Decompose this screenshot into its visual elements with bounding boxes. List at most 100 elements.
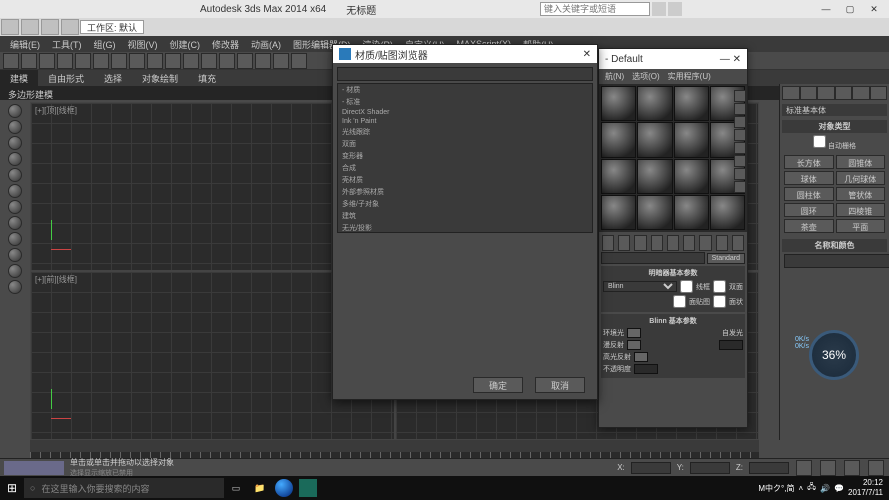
list-item[interactable]: 建筑 bbox=[338, 210, 592, 222]
browser-cancel[interactable]: 取消 bbox=[535, 377, 585, 393]
mat-copy[interactable] bbox=[667, 235, 679, 251]
close-button[interactable]: ✕ bbox=[867, 2, 881, 16]
ltool-12[interactable] bbox=[8, 280, 22, 294]
mat-type-button[interactable]: Standard bbox=[707, 253, 745, 264]
nav-max[interactable] bbox=[868, 460, 884, 476]
nav-zoom[interactable] bbox=[820, 460, 836, 476]
cmdtab-create[interactable] bbox=[782, 86, 800, 100]
mat-assign[interactable] bbox=[634, 235, 646, 251]
mat-put-lib[interactable] bbox=[699, 235, 711, 251]
mat-backlight[interactable] bbox=[734, 103, 746, 115]
mat-make-unique[interactable] bbox=[683, 235, 695, 251]
ltool-7[interactable] bbox=[8, 200, 22, 214]
nav-orbit[interactable] bbox=[844, 460, 860, 476]
tray-net-icon[interactable]: 🖧 bbox=[807, 481, 816, 495]
cmdtab-util[interactable] bbox=[870, 86, 888, 100]
tool-mirror[interactable] bbox=[165, 53, 181, 69]
tray-up-icon[interactable]: ˄ bbox=[798, 484, 803, 493]
rollout-shader[interactable]: 明暗器基本参数 bbox=[603, 268, 743, 278]
cortana-search[interactable]: ○ 在这里输入你要搜索的内容 bbox=[24, 478, 224, 498]
netspeed-gauge[interactable]: 36% bbox=[809, 330, 859, 380]
mat-background[interactable] bbox=[734, 116, 746, 128]
browser-search[interactable] bbox=[337, 67, 593, 81]
tool-schematic[interactable] bbox=[237, 53, 253, 69]
menu-modifiers[interactable]: 修改器 bbox=[206, 38, 245, 51]
mat-menu-util[interactable]: 实用程序(U) bbox=[664, 71, 715, 82]
mat-slot[interactable] bbox=[710, 195, 745, 230]
cmdtab-motion[interactable] bbox=[835, 86, 853, 100]
mat-slot[interactable] bbox=[601, 122, 636, 157]
coord-z[interactable] bbox=[749, 462, 789, 474]
menu-tools[interactable]: 工具(T) bbox=[46, 38, 88, 51]
browser-close[interactable]: ✕ bbox=[583, 49, 591, 60]
btn-cone[interactable]: 圆锥体 bbox=[836, 155, 886, 169]
menu-anim[interactable]: 动画(A) bbox=[245, 38, 287, 51]
list-item[interactable]: 变形器 bbox=[338, 150, 592, 162]
mat-name-input[interactable] bbox=[601, 252, 705, 264]
chk-2side[interactable] bbox=[713, 280, 726, 293]
mat-slot[interactable] bbox=[674, 86, 709, 121]
tab-populate[interactable]: 填充 bbox=[188, 70, 226, 87]
mat-slot[interactable] bbox=[637, 122, 672, 157]
rollout-blinn[interactable]: Blinn 基本参数 bbox=[603, 316, 743, 326]
coord-y[interactable] bbox=[690, 462, 730, 474]
mat-uv-tile[interactable] bbox=[734, 129, 746, 141]
ltool-5[interactable] bbox=[8, 168, 22, 182]
tool-angle-snap[interactable] bbox=[147, 53, 163, 69]
specular-swatch[interactable] bbox=[634, 352, 648, 362]
list-item[interactable]: 壳材质 bbox=[338, 174, 592, 186]
btn-tube[interactable]: 管状体 bbox=[836, 187, 886, 201]
qa-undo[interactable] bbox=[21, 19, 39, 35]
start-button[interactable]: ⊞ bbox=[0, 476, 24, 500]
tool-align[interactable] bbox=[183, 53, 199, 69]
cmdtab-display[interactable] bbox=[852, 86, 870, 100]
mat-eff-id[interactable] bbox=[716, 235, 728, 251]
mat-slot[interactable] bbox=[601, 86, 636, 121]
btn-torus[interactable]: 圆环 bbox=[784, 203, 834, 217]
ltool-10[interactable] bbox=[8, 248, 22, 262]
shader-select[interactable]: Blinn bbox=[603, 281, 677, 292]
tab-selection[interactable]: 选择 bbox=[94, 70, 132, 87]
menu-edit[interactable]: 编辑(E) bbox=[4, 38, 46, 51]
btn-cylinder[interactable]: 圆柱体 bbox=[784, 187, 834, 201]
btn-geosphere[interactable]: 几何球体 bbox=[836, 171, 886, 185]
chk-faceted[interactable] bbox=[713, 295, 726, 308]
tray-ime[interactable]: M中ク°,简 bbox=[758, 483, 794, 494]
mat-get[interactable] bbox=[602, 235, 614, 251]
task-qq-icon[interactable] bbox=[272, 476, 296, 500]
tool-layers[interactable] bbox=[201, 53, 217, 69]
mat-slot[interactable] bbox=[674, 195, 709, 230]
help-search-input[interactable] bbox=[540, 2, 650, 16]
btn-box[interactable]: 长方体 bbox=[784, 155, 834, 169]
mat-video-check[interactable] bbox=[734, 142, 746, 154]
tool-bind[interactable] bbox=[57, 53, 73, 69]
selfillum-spin[interactable] bbox=[719, 340, 743, 350]
tray-action-icon[interactable]: 💬 bbox=[834, 484, 844, 493]
chk-wire[interactable] bbox=[680, 280, 693, 293]
mat-slot[interactable] bbox=[674, 159, 709, 194]
mat-reset[interactable] bbox=[651, 235, 663, 251]
diffuse-swatch[interactable] bbox=[627, 340, 641, 350]
mat-put[interactable] bbox=[618, 235, 630, 251]
view-label-front[interactable]: [+][前][线框] bbox=[31, 272, 81, 287]
minimize-button[interactable]: — bbox=[819, 2, 833, 16]
ambient-swatch[interactable] bbox=[627, 328, 641, 338]
workspace-dropdown[interactable]: 工作区: 默认 bbox=[80, 20, 144, 34]
tool-material[interactable] bbox=[255, 53, 271, 69]
mat-sample-type[interactable] bbox=[734, 90, 746, 102]
mat-slot[interactable] bbox=[601, 159, 636, 194]
tab-freeform[interactable]: 自由形式 bbox=[38, 70, 94, 87]
qa-link[interactable] bbox=[61, 19, 79, 35]
ltool-1[interactable] bbox=[8, 104, 22, 118]
menu-group[interactable]: 组(G) bbox=[88, 38, 122, 51]
tool-render-setup[interactable] bbox=[273, 53, 289, 69]
mat-preview[interactable] bbox=[734, 155, 746, 167]
ltool-8[interactable] bbox=[8, 216, 22, 230]
signin-icon[interactable] bbox=[668, 2, 682, 16]
tab-modeling[interactable]: 建模 bbox=[0, 70, 38, 87]
object-name-input[interactable] bbox=[784, 254, 889, 268]
list-item[interactable]: 无光/投影 bbox=[338, 222, 592, 233]
tool-unlink[interactable] bbox=[39, 53, 55, 69]
ltool-4[interactable] bbox=[8, 152, 22, 166]
menu-create[interactable]: 创建(C) bbox=[164, 38, 207, 51]
